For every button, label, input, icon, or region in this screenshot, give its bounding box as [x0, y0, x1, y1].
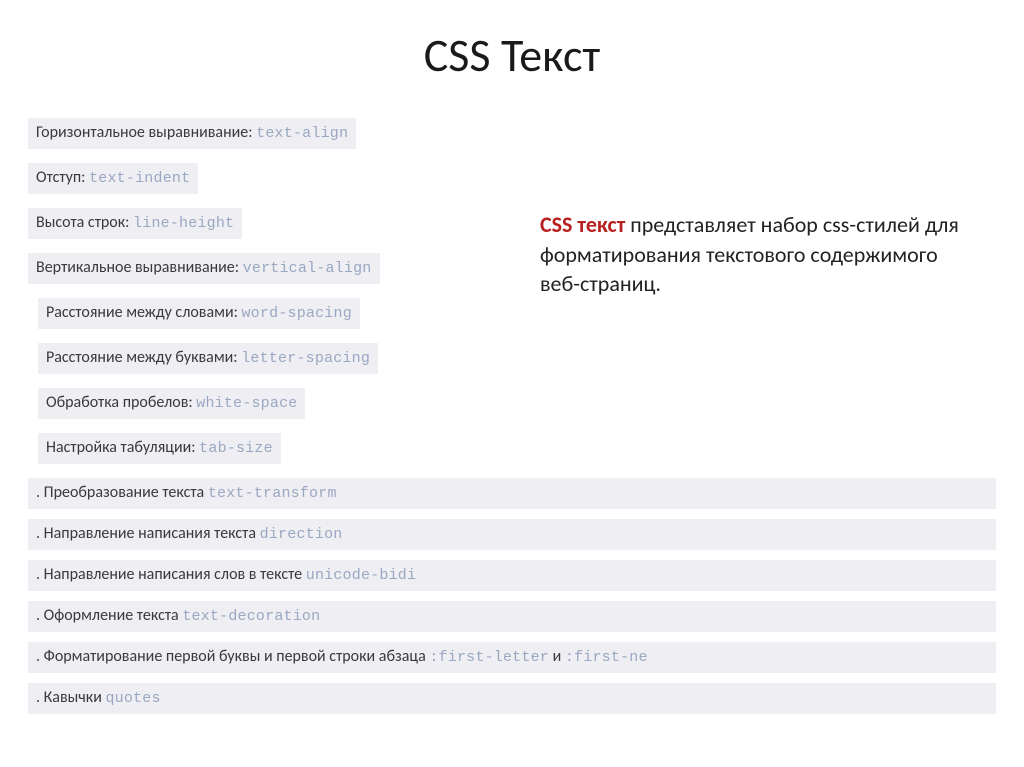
- prop-label: Обработка пробелов:: [46, 393, 196, 412]
- prop-label: Настройка табуляции:: [46, 438, 199, 457]
- prop-row-tab-size: Настройка табуляции: tab-size: [38, 433, 281, 464]
- prop-row-line-height: Высота строк: line-height: [28, 208, 242, 239]
- prop-row-direction: . Направление написания текста direction: [28, 519, 996, 550]
- prop-label: Вертикальное выравнивание:: [36, 258, 243, 277]
- prop-code: tab-size: [199, 440, 273, 457]
- prop-code: vertical-align: [243, 260, 372, 277]
- list-dot: .: [36, 606, 44, 625]
- prop-code: :first-letter: [429, 649, 549, 666]
- prop-label: Расстояние между словами:: [46, 303, 241, 322]
- prop-row-vertical-align: Вертикальное выравнивание: vertical-alig…: [28, 253, 380, 284]
- prop-connector: и: [553, 647, 565, 666]
- prop-label: Отступ:: [36, 168, 89, 187]
- list-dot: .: [36, 565, 44, 584]
- prop-label: Направление написания слов в тексте: [44, 565, 306, 584]
- list-dot: .: [36, 647, 44, 666]
- prop-label: Кавычки: [44, 688, 106, 707]
- prop-code: word-spacing: [241, 305, 351, 322]
- prop-row-text-indent: Отступ: text-indent: [28, 163, 198, 194]
- prop-code: text-transform: [208, 485, 337, 502]
- prop-row-first-letter-line: . Форматирование первой буквы и первой с…: [28, 642, 996, 673]
- prop-code: letter-spacing: [241, 350, 370, 367]
- prop-code: :first-ne: [565, 649, 648, 666]
- prop-label: Преобразование текста: [44, 483, 208, 502]
- prop-row-text-align: Горизонтальное выравнивание: text-align: [28, 118, 356, 149]
- list-dot: .: [36, 524, 44, 543]
- prop-row-text-decoration: . Оформление текста text-decoration: [28, 601, 996, 632]
- slide-title: CSS Текст: [0, 28, 1024, 84]
- prop-row-quotes: . Кавычки quotes: [28, 683, 996, 714]
- content-area: Горизонтальное выравнивание: text-align …: [28, 118, 996, 724]
- prop-code: direction: [260, 526, 343, 543]
- list-dot: .: [36, 483, 44, 502]
- prop-code: text-align: [256, 125, 348, 142]
- prop-code: line-height: [133, 215, 234, 232]
- prop-row-word-spacing: Расстояние между словами: word-spacing: [38, 298, 360, 329]
- prop-label: Расстояние между буквами:: [46, 348, 241, 367]
- prop-code: text-decoration: [182, 608, 320, 625]
- prop-label: Оформление текста: [44, 606, 183, 625]
- prop-label: Направление написания текста: [44, 524, 260, 543]
- prop-label: Высота строк:: [36, 213, 133, 232]
- prop-code: quotes: [105, 690, 160, 707]
- prop-code: white-space: [196, 395, 297, 412]
- prop-code: unicode-bidi: [306, 567, 416, 584]
- list-dot: .: [36, 688, 44, 707]
- prop-label: Горизонтальное выравнивание:: [36, 123, 256, 142]
- prop-row-text-transform: . Преобразование текста text-transform: [28, 478, 996, 509]
- prop-row-white-space: Обработка пробелов: white-space: [38, 388, 305, 419]
- prop-row-letter-spacing: Расстояние между буквами: letter-spacing: [38, 343, 378, 374]
- prop-label: Форматирование первой буквы и первой стр…: [44, 647, 430, 666]
- prop-row-unicode-bidi: . Направление написания слов в тексте un…: [28, 560, 996, 591]
- prop-code: text-indent: [89, 170, 190, 187]
